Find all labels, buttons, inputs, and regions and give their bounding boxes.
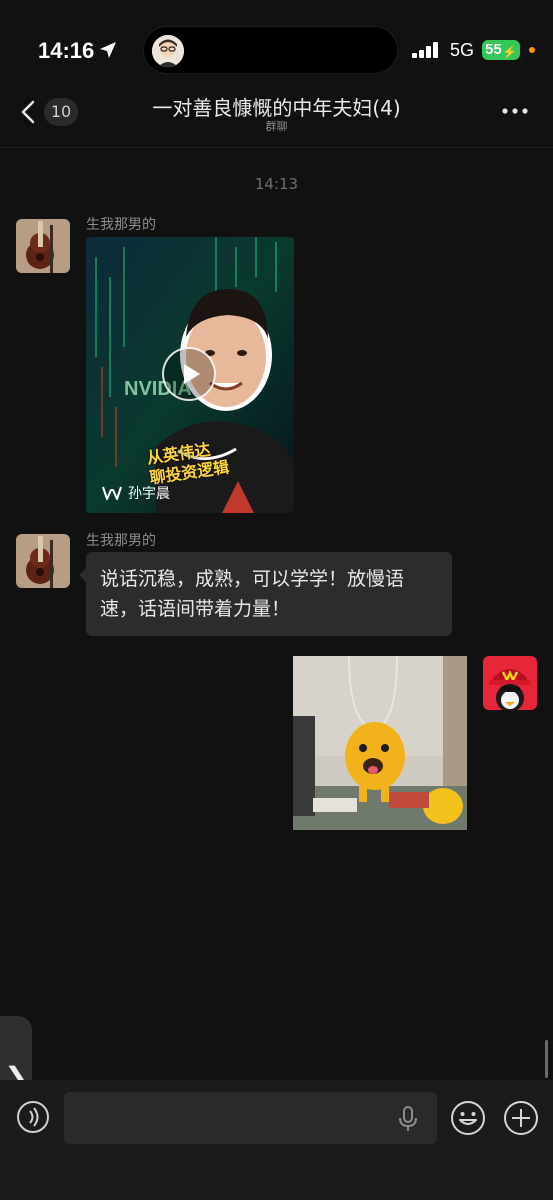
sender-avatar[interactable] <box>16 534 70 588</box>
location-arrow-icon <box>100 42 116 58</box>
emoji-icon[interactable] <box>450 1100 486 1136</box>
video-source: 孙宇晨 <box>102 483 170 503</box>
chat-title: 一对善良慷慨的中年夫妇(4) <box>152 96 401 120</box>
image-message[interactable] <box>293 656 467 830</box>
text-message-bubble[interactable]: 说话沉稳，成熟，可以学学！放慢语速，话语间带着力量！ <box>79 552 452 636</box>
bubble-tail <box>79 568 86 582</box>
channels-logo-icon <box>102 486 122 500</box>
status-time: 14:16 <box>38 38 95 63</box>
scrollbar-thumb[interactable] <box>545 1040 548 1078</box>
cellular-signal-icon <box>412 42 438 58</box>
charging-bolt-icon: ⚡ <box>502 45 517 59</box>
plus-icon[interactable] <box>503 1100 539 1136</box>
island-avatar <box>152 35 184 67</box>
mic-in-use-dot <box>529 47 535 53</box>
microphone-icon[interactable] <box>398 1106 418 1132</box>
back-chevron-icon[interactable] <box>18 98 40 126</box>
play-icon <box>184 364 200 384</box>
dynamic-island[interactable] <box>143 26 398 74</box>
message-input[interactable] <box>64 1092 437 1144</box>
unread-count-badge[interactable]: 10 <box>44 98 78 126</box>
play-button[interactable] <box>162 347 216 401</box>
chat-subtitle: 群聊 <box>265 120 288 133</box>
battery-level: 55 <box>485 41 502 58</box>
message-timestamp: 14:13 <box>254 175 299 193</box>
chat-header: 10 一对善良慷慨的中年夫妇(4) 群聊 <box>0 84 553 148</box>
my-avatar[interactable] <box>483 656 537 710</box>
message-text: 说话沉稳，成熟，可以学学！放慢语速，话语间带着力量！ <box>100 568 405 620</box>
voice-mode-icon[interactable] <box>16 1100 50 1134</box>
sender-name: 生我那男的 <box>86 217 156 233</box>
sender-avatar[interactable] <box>16 219 70 273</box>
video-message[interactable]: NVIDIA 从英伟达 聊投资逻辑 孙宇晨 <box>86 237 294 513</box>
battery-indicator: 55 ⚡ <box>482 40 520 60</box>
input-bar <box>0 1080 553 1200</box>
sender-name: 生我那男的 <box>86 533 156 549</box>
more-options-icon[interactable] <box>502 108 528 114</box>
status-bar: 14:16 5G 55 ⚡ <box>0 0 553 96</box>
network-type: 5G <box>450 40 475 60</box>
video-source-name: 孙宇晨 <box>128 486 170 502</box>
